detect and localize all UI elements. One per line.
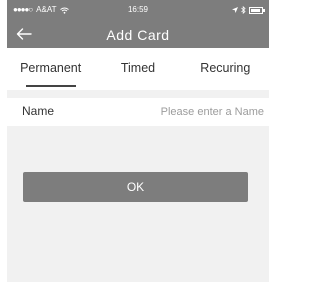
tab-recuring[interactable]: Recuring bbox=[182, 48, 269, 90]
section-divider bbox=[7, 90, 269, 98]
active-tab-indicator bbox=[25, 85, 76, 87]
tab-permanent[interactable]: Permanent bbox=[7, 48, 94, 90]
navigation-header: ●●●●○ A&AT 16:59 Add Card bbox=[7, 0, 269, 48]
tab-label: Timed bbox=[120, 61, 156, 75]
status-bar: ●●●●○ A&AT 16:59 bbox=[7, 0, 269, 20]
page-title: Add Card bbox=[106, 27, 170, 43]
battery-icon bbox=[249, 6, 265, 14]
tab-label: Permanent bbox=[20, 61, 82, 75]
bluetooth-icon bbox=[241, 6, 246, 14]
tab-label: Recuring bbox=[200, 61, 251, 75]
add-card-screen: ●●●●○ A&AT 16:59 Add Card Permanent Time… bbox=[7, 0, 269, 282]
name-row: Name bbox=[7, 98, 269, 126]
card-type-tabs: Permanent Timed Recuring bbox=[7, 48, 269, 90]
ok-button[interactable]: OK bbox=[23, 172, 248, 202]
form-background bbox=[7, 126, 269, 282]
name-input[interactable] bbox=[124, 102, 264, 122]
status-right bbox=[232, 6, 265, 14]
location-arrow-icon bbox=[232, 7, 238, 13]
status-time: 16:59 bbox=[127, 5, 149, 14]
name-label: Name bbox=[22, 104, 55, 118]
tab-timed[interactable]: Timed bbox=[94, 48, 181, 90]
